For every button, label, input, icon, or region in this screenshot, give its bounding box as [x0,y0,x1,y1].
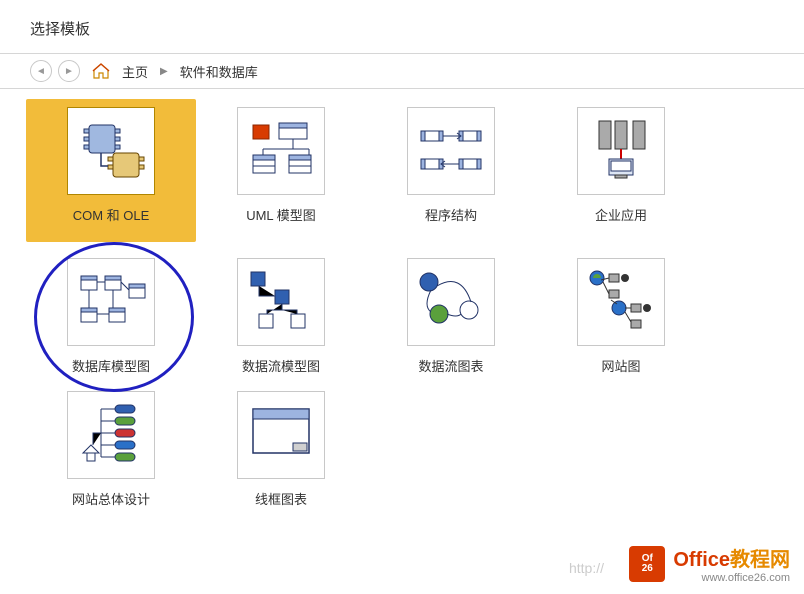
breadcrumb-current[interactable]: 软件和数据库 [180,62,258,81]
template-program-structure[interactable]: 程序结构 [366,99,536,242]
template-thumb [237,107,325,195]
nav-back-button[interactable]: ◄ [30,60,52,82]
template-grid: COM 和 OLE UML 模型图 [0,89,804,518]
breadcrumb-bar: ◄ ► 主页 ▶ 软件和数据库 [0,53,804,89]
template-dataflow-model[interactable]: 数据流模型图 [196,250,366,375]
template-label: COM 和 OLE [73,205,150,224]
template-wireframe[interactable]: 线框图表 [196,383,366,508]
watermark-logo-icon: Of26 [629,546,665,582]
template-db-model[interactable]: 数据库模型图 [26,250,196,375]
template-thumb [67,258,155,346]
nav-forward-button[interactable]: ► [58,60,80,82]
page-title: 选择模板 [0,0,804,53]
template-thumb [407,258,495,346]
template-thumb [67,391,155,479]
template-thumb [237,258,325,346]
template-thumb [407,107,495,195]
template-label: 线框图表 [255,489,307,508]
template-label: 数据流模型图 [242,356,320,375]
template-label: 网站图 [601,356,640,375]
home-icon[interactable] [92,63,110,79]
template-enterprise-app[interactable]: 企业应用 [536,99,706,242]
watermark-http: http:// [569,560,604,576]
watermark: Of26 Office教程网 www.office26.com [629,543,790,584]
template-thumb [577,258,665,346]
template-uml[interactable]: UML 模型图 [196,99,366,242]
template-label: 网站总体设计 [72,489,150,508]
template-dataflow-chart[interactable]: 数据流图表 [366,250,536,375]
chevron-right-icon: ▶ [160,66,168,77]
template-label: 企业应用 [595,205,647,224]
template-label: 数据流图表 [418,356,483,375]
watermark-url: www.office26.com [673,572,790,584]
template-thumb [237,391,325,479]
watermark-brand: Office教程网 [673,543,790,572]
template-label: UML 模型图 [246,205,316,224]
template-thumb [577,107,665,195]
breadcrumb-home[interactable]: 主页 [122,62,148,81]
template-thumb [67,107,155,195]
template-com-ole[interactable]: COM 和 OLE [26,99,196,242]
template-label: 数据库模型图 [72,356,150,375]
template-sitemap[interactable]: 网站图 [536,250,706,375]
template-website-design[interactable]: 网站总体设计 [26,383,196,508]
template-label: 程序结构 [425,205,477,224]
